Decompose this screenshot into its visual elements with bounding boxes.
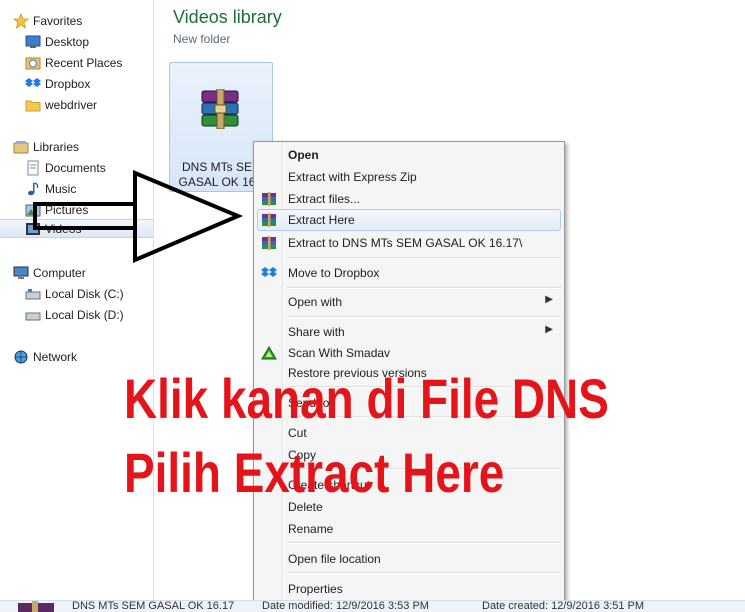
menu-extract-files[interactable]: Extract files... [257, 188, 561, 210]
annotation-arrow [33, 169, 244, 264]
menu-share-with[interactable]: Share with ▶ [257, 321, 561, 343]
menu-extract-here-label: Extract Here [288, 213, 355, 227]
menu-share-with-label: Share with [288, 325, 345, 339]
menu-open-label: Open [288, 148, 319, 162]
nav-local-disk-c-label: Local Disk (C:) [45, 286, 124, 301]
smadav-icon [261, 346, 277, 360]
annotation-line-1: Klik kanan di File DNS [124, 367, 609, 430]
details-bar: DNS MTs SEM GASAL OK 16.17 Date modified… [0, 600, 745, 612]
menu-separator [287, 287, 561, 289]
menu-scan-smadav-label: Scan With Smadav [288, 346, 391, 360]
menu-extract-express-zip-label: Extract with Express Zip [288, 170, 417, 184]
chevron-right-icon: ▶ [545, 294, 553, 305]
menu-extract-to-label: Extract to DNS MTs SEM GASAL OK 16.17\ [288, 236, 523, 250]
menu-rename-label: Rename [288, 522, 334, 536]
menu-extract-files-label: Extract files... [288, 192, 361, 206]
chevron-right-icon: ▶ [545, 324, 553, 335]
menu-extract-express-zip[interactable]: Extract with Express Zip [257, 166, 561, 188]
menu-open[interactable]: Open [257, 144, 561, 166]
details-date-modified: Date modified: 12/9/2016 3:53 PM [262, 600, 429, 612]
network-icon [14, 350, 28, 363]
menu-separator [287, 542, 561, 544]
menu-properties[interactable]: Properties [257, 578, 561, 600]
menu-open-with-label: Open with [288, 295, 343, 309]
nav-local-disk-c[interactable]: Local Disk (C:) [25, 283, 178, 304]
menu-move-to-dropbox[interactable]: Move to Dropbox [257, 262, 561, 284]
nav-local-disk-d-label: Local Disk (D:) [45, 307, 124, 322]
nav-network-label: Network [33, 349, 78, 364]
menu-scan-smadav[interactable]: Scan With Smadav [257, 342, 561, 364]
details-file-name: DNS MTs SEM GASAL OK 16.17 [72, 600, 235, 612]
drive-icon [25, 312, 41, 320]
menu-open-file-location[interactable]: Open file location [257, 548, 561, 570]
winrar-icon [262, 192, 276, 206]
menu-separator [287, 316, 561, 318]
winrar-icon [262, 213, 276, 227]
menu-move-to-dropbox-label: Move to Dropbox [288, 266, 380, 280]
winrar-archive-icon [18, 601, 54, 612]
winrar-icon [262, 236, 276, 250]
menu-open-with[interactable]: Open with ▶ [257, 291, 561, 313]
menu-extract-here[interactable]: Extract Here [257, 209, 561, 231]
menu-extract-to[interactable]: Extract to DNS MTs SEM GASAL OK 16.17\ [257, 232, 561, 254]
menu-properties-label: Properties [288, 582, 343, 596]
menu-separator [287, 257, 561, 259]
dropbox-icon [261, 267, 277, 277]
drive-icon [25, 288, 41, 299]
menu-open-file-location-label: Open file location [288, 552, 381, 566]
details-date-created: Date created: 12/9/2016 3:51 PM [482, 600, 645, 612]
menu-separator [287, 572, 561, 574]
nav-local-disk-d[interactable]: Local Disk (D:) [25, 304, 178, 325]
nav-network[interactable]: Network [13, 346, 166, 367]
annotation-line-2: Pilih Extract Here [124, 441, 505, 504]
menu-rename[interactable]: Rename [257, 518, 561, 540]
